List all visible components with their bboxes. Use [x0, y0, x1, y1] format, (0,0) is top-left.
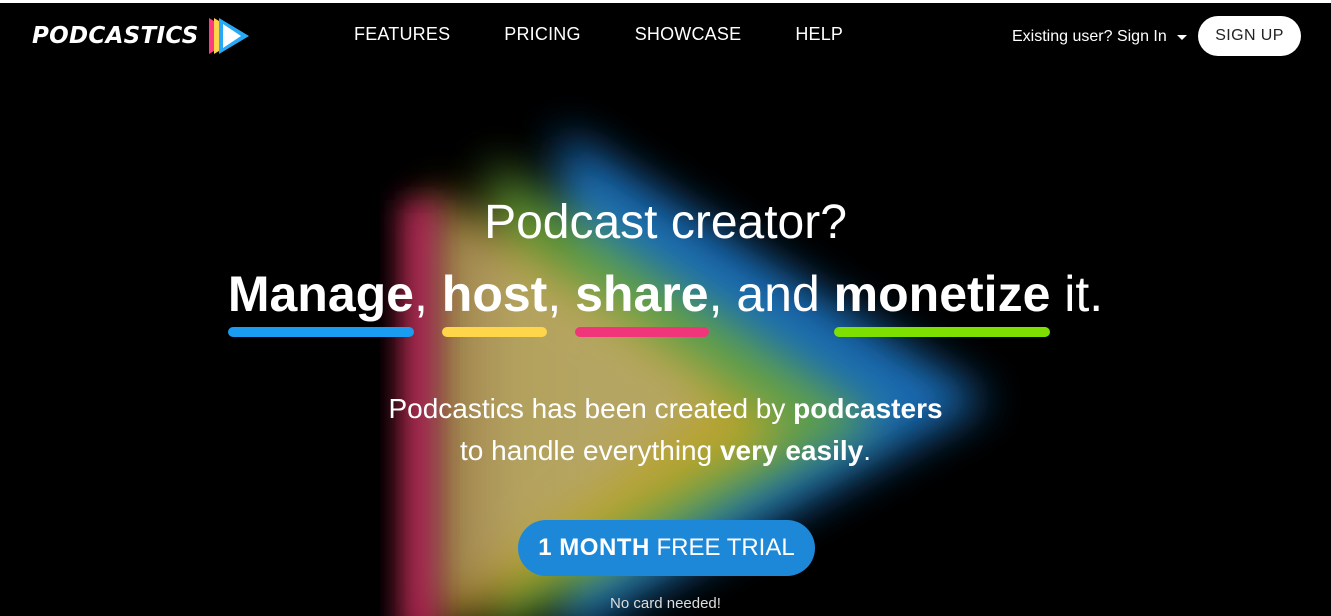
- headline-end: it.: [1050, 266, 1104, 322]
- separator: , and: [708, 266, 834, 322]
- nav-help[interactable]: HELP: [795, 24, 843, 45]
- nav-features[interactable]: FEATURES: [354, 24, 450, 45]
- cta-rest-text: FREE TRIAL: [649, 534, 795, 561]
- keyword-host-underline: [441, 327, 548, 337]
- separator: ,: [413, 266, 442, 322]
- hero-question: Podcast creator?: [484, 196, 847, 249]
- signup-button[interactable]: SIGN UP: [1198, 16, 1301, 56]
- subtitle-line-2: to handle everything very easily.: [0, 430, 1331, 472]
- keyword-host-text: host: [441, 266, 548, 322]
- subtitle-line-2-text: to handle everything: [460, 435, 720, 466]
- keyword-host: host: [441, 265, 548, 337]
- keyword-manage-underline: [227, 327, 414, 337]
- keyword-monetize-text: monetize: [833, 266, 1051, 322]
- subtitle-line-2-end: .: [863, 435, 871, 466]
- keyword-share-underline: [575, 327, 709, 337]
- nav-pricing[interactable]: PRICING: [504, 24, 580, 45]
- separator: ,: [547, 266, 576, 322]
- keyword-manage: Manage: [227, 265, 414, 337]
- subtitle-line-2-bold: very easily: [719, 435, 864, 466]
- keyword-share: share: [575, 265, 709, 337]
- subtitle-line-1-text: Podcastics has been created by: [388, 393, 794, 424]
- subtitle-line-1: Podcastics has been created by podcaster…: [0, 388, 1331, 430]
- subtitle-line-1-bold: podcasters: [793, 393, 943, 424]
- keyword-manage-text: Manage: [227, 266, 414, 322]
- no-card-note: No card needed!: [610, 595, 721, 612]
- nav-showcase[interactable]: SHOWCASE: [635, 24, 742, 45]
- hero-headline: Manage, host, share, and monetize it.: [0, 265, 1331, 337]
- main-nav: FEATURES PRICING SHOWCASE HELP: [354, 24, 897, 45]
- keyword-monetize-underline: [833, 327, 1051, 337]
- keyword-monetize: monetize: [833, 265, 1051, 337]
- signin-dropdown[interactable]: Existing user? Sign In: [1012, 28, 1187, 46]
- brand-name: PODCASTICS: [32, 23, 199, 49]
- cta-bold-text: 1 MONTH: [538, 534, 650, 561]
- hero-subtitle: Podcastics has been created by podcaster…: [0, 388, 1331, 472]
- brand-logo[interactable]: PODCASTICS: [32, 14, 253, 58]
- keyword-share-text: share: [575, 266, 709, 322]
- caret-down-icon: [1176, 34, 1187, 40]
- free-trial-button[interactable]: 1 MONTH FREE TRIAL: [518, 520, 815, 576]
- signin-label: Existing user? Sign In: [1012, 28, 1167, 45]
- play-triangle-icon: [208, 18, 249, 54]
